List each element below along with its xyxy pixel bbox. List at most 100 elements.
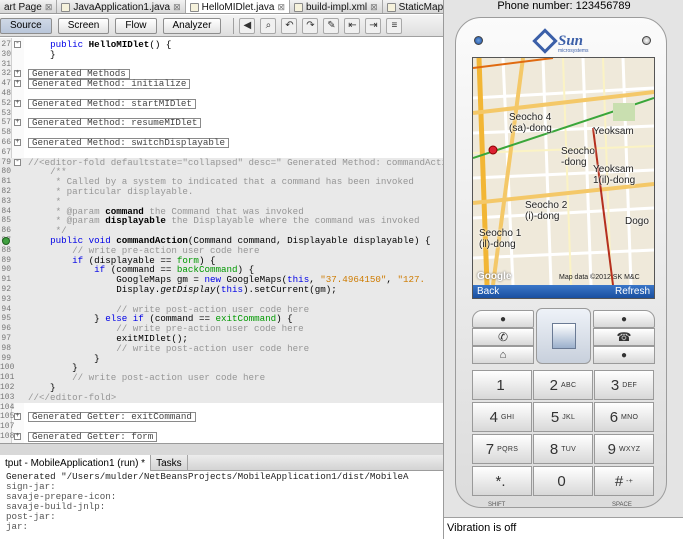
expand-fold-icon[interactable]: + (14, 80, 21, 88)
output-tab[interactable]: Tasks (151, 455, 188, 471)
key-digit: 6 (609, 408, 619, 426)
key-8[interactable]: 8 TUV (533, 434, 593, 464)
editor-tab[interactable]: HelloMIDlet.java ⊠ (185, 0, 290, 13)
find-previous-icon[interactable]: ↶ (281, 17, 298, 34)
right-softkey-button[interactable]: ● (593, 310, 655, 328)
key-5[interactable]: 5 JKL (533, 402, 593, 432)
call-button[interactable]: ✆ (472, 328, 534, 346)
ide-window: art Page ⊠ JavaApplication1.java ⊠ HelloMIDl… (0, 0, 443, 539)
code-text: Generated Method: startMIDlet (28, 99, 196, 109)
editor-tab-bar: art Page ⊠ JavaApplication1.java ⊠ HelloMIDl… (0, 0, 443, 14)
source-view-button[interactable]: Source (0, 17, 52, 34)
collapse-fold-icon[interactable]: - (14, 41, 21, 48)
key-letters: MNO (621, 413, 639, 421)
line-number: 98 (1, 343, 11, 353)
output-tab-bar: tput - MobileApplication1 (run) * Tasks (0, 455, 443, 471)
code-editor[interactable]: 27- public HelloMIDlet() {30 } 31 32 + Gener… (0, 38, 443, 443)
line-number: 86 (1, 226, 11, 236)
editor-tab[interactable]: JavaApplication1.java ⊠ (57, 0, 186, 13)
close-tab-icon[interactable]: ⊠ (173, 2, 181, 13)
expand-fold-icon[interactable]: + (14, 99, 21, 107)
close-tab-icon[interactable]: ⊠ (45, 2, 53, 13)
editor-tab[interactable]: build-impl.xml ⊠ (290, 0, 383, 13)
phone-screen[interactable]: Seocho 4 (sa)-dong Yeoksam Seocho -dong Yeo… (472, 57, 655, 299)
key-7[interactable]: 7 PQRS (472, 434, 532, 464)
shift-right-icon[interactable]: ⇥ (365, 17, 382, 34)
softkey-back[interactable]: Back (477, 286, 499, 297)
key-digit: *. (495, 472, 506, 490)
editor-tab[interactable]: art Page ⊠ (0, 0, 58, 13)
line-number: 67 (1, 147, 11, 157)
line-number: 91 (1, 275, 11, 285)
flow-view-button[interactable]: Flow (115, 17, 157, 34)
code-line[interactable]: 30 } (0, 49, 443, 60)
code-line[interactable]: 27- public HelloMIDlet() { (0, 40, 443, 50)
keypad: ● ✆ ⌂ ● ☎ ● 1 2 ABC 3 DEF 4 GHI 5 JKL 6 MNO 7 PQRS 8 T… (472, 308, 655, 508)
search-icon[interactable]: ⌕ (260, 17, 277, 34)
power-button-icon[interactable] (642, 36, 651, 45)
find-next-icon[interactable]: ↷ (302, 17, 319, 34)
file-icon (386, 2, 396, 12)
key-3[interactable]: 3 DEF (594, 370, 654, 400)
code-line[interactable]: 108 + Generated Getter: form (0, 432, 443, 442)
panel-splitter[interactable] (0, 443, 443, 455)
output-tab[interactable]: tput - MobileApplication1 (run) * (0, 455, 152, 471)
expand-fold-icon[interactable]: + (14, 413, 21, 421)
toggle-highlight-icon[interactable]: ✎ (323, 17, 340, 34)
collapse-fold-icon[interactable]: - (14, 158, 21, 166)
line-number: 80 (1, 167, 11, 177)
expand-fold-icon[interactable]: + (14, 119, 21, 127)
comment-icon[interactable]: ≡ (386, 17, 403, 34)
close-tab-icon[interactable]: ⊠ (370, 2, 378, 13)
key-4[interactable]: 4 GHI (472, 402, 532, 432)
key-6[interactable]: 6 MNO (594, 402, 654, 432)
close-tab-icon[interactable]: ⊠ (277, 2, 285, 13)
line-number: 57 (1, 118, 11, 128)
softkey-bar: Back Refresh (473, 285, 654, 298)
editor-tab[interactable]: StaticMapUtils.⊠ (383, 0, 443, 13)
key-10[interactable]: *. (472, 466, 532, 496)
emulator-window: Phone number: 123456789 Sun microsystems (443, 0, 683, 539)
code-line[interactable]: 92 Display.getDisplay(this).setCurrent(g… (0, 285, 443, 295)
analyzer-view-button[interactable]: Analyzer (162, 17, 222, 34)
editor-tab-label: HelloMIDlet.java (201, 1, 275, 13)
code-line[interactable]: 52 + Generated Method: startMIDlet (0, 99, 443, 109)
code-line[interactable]: 101 // write post-action user code here (0, 373, 443, 384)
screen-view-button[interactable]: Screen (57, 17, 110, 34)
code-line[interactable]: 103 //</editor-fold> (0, 392, 443, 403)
softkey-refresh[interactable]: Refresh (615, 286, 650, 297)
code-line[interactable]: 82 * particular displayable. (0, 187, 443, 197)
dpad[interactable] (536, 308, 591, 364)
key-11[interactable]: 0 (533, 466, 593, 496)
end-call-button[interactable]: ☎ (593, 328, 655, 346)
home-icon: ⌂ (499, 349, 507, 361)
map-view[interactable]: Seocho 4 (sa)-dong Yeoksam Seocho -dong Yeo… (473, 58, 654, 285)
line-number: 100 (0, 363, 15, 373)
map-place-label: Seocho 1 (il)-dong (479, 228, 522, 250)
code-line[interactable]: 66 + Generated Method: switchDisplayable (0, 138, 443, 148)
expand-fold-icon[interactable]: + (14, 139, 21, 146)
expand-fold-icon[interactable]: + (14, 433, 21, 440)
code-line[interactable]: 105 + Generated Getter: exitCommand (0, 412, 443, 423)
output-console[interactable]: Generated "/Users/mulder/NetBeansProject… (0, 472, 443, 539)
dpad-select-button[interactable] (551, 323, 576, 349)
code-line[interactable]: 57 + Generated Method: resumeMIDlet (0, 118, 443, 129)
output-line: savaje-build-jnlp: (6, 501, 106, 512)
shift-left-icon[interactable]: ⇤ (344, 17, 361, 34)
line-number: 101 (0, 373, 15, 383)
key-digit: 4 (489, 408, 498, 426)
back-icon[interactable]: ◀ (239, 17, 256, 34)
home-button[interactable]: ⌂ (472, 346, 534, 364)
key-1[interactable]: 1 (472, 370, 532, 400)
key-letters: GHI (500, 413, 515, 421)
line-number: 104 (0, 402, 15, 412)
implements-marker-icon[interactable] (2, 237, 10, 245)
key-2[interactable]: 2 ABC (533, 370, 593, 400)
code-line[interactable]: 47 + Generated Method: initialize (0, 79, 443, 90)
left-softkey-button[interactable]: ● (472, 310, 534, 328)
line-number: 85 (1, 216, 11, 226)
expand-fold-icon[interactable]: + (14, 70, 21, 78)
key-9[interactable]: 9 WXYZ (594, 434, 654, 464)
key-12[interactable]: # -+ (594, 466, 654, 496)
clear-button[interactable]: ● (593, 346, 655, 364)
